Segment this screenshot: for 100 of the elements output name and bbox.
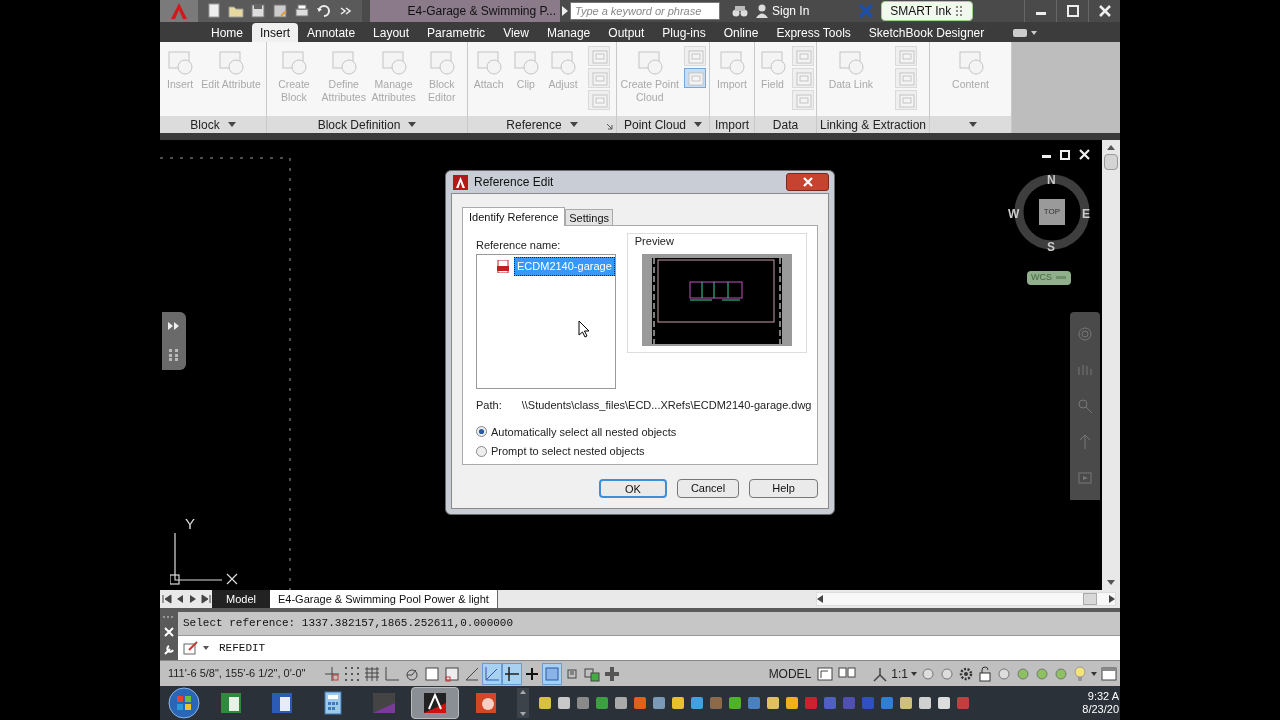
- tray-icon[interactable]: [728, 696, 742, 710]
- field-label: Reference name:: [476, 238, 562, 252]
- ribbon-tab[interactable]: Plug-ins: [653, 23, 715, 42]
- ribbon-tab[interactable]: Insert: [252, 23, 299, 42]
- scale-button[interactable]: 1:1: [872, 664, 917, 683]
- clock-time: 9:32 A: [1087, 690, 1119, 703]
- dialog-tab[interactable]: Settings: [565, 209, 614, 225]
- binoculars-icon[interactable]: [732, 4, 748, 18]
- clock-date: 8/23/20: [1082, 703, 1119, 716]
- save-icon[interactable]: [250, 3, 266, 19]
- compass-letter: S: [1047, 239, 1055, 256]
- compass-letter: E: [1082, 206, 1090, 223]
- grip-icon[interactable]: [169, 348, 179, 361]
- first-tab-icon[interactable]: [160, 593, 173, 605]
- close-icon[interactable]: [1079, 148, 1090, 160]
- ribbon-tab[interactable]: Parametric: [418, 23, 495, 42]
- status-toggle[interactable]: [482, 662, 502, 685]
- tray-icon[interactable]: [937, 696, 951, 710]
- tray-icon[interactable]: [785, 696, 799, 710]
- folder-icon[interactable]: [228, 3, 244, 19]
- tray-icon[interactable]: [614, 696, 628, 710]
- close-button[interactable]: [786, 173, 829, 191]
- undo-icon[interactable]: [316, 3, 332, 19]
- scroll-right-icon[interactable]: [1108, 595, 1115, 603]
- layout-tab[interactable]: E4-Garage & Swimming Pool Power & light: [269, 590, 498, 608]
- command-icon[interactable]: [183, 641, 199, 655]
- horizontal-scrollbar[interactable]: [815, 592, 1116, 606]
- expand-chevron-icon[interactable]: [168, 321, 180, 330]
- model-button[interactable]: MODEL: [766, 664, 814, 683]
- tray-icon[interactable]: [766, 696, 780, 710]
- frame-icon: [897, 70, 916, 86]
- panel-toggle-icon[interactable]: [1013, 28, 1028, 37]
- ribbon-tab[interactable]: Annotate: [298, 23, 365, 42]
- restore-icon[interactable]: [1060, 148, 1071, 160]
- compass-letter: N: [1047, 172, 1056, 189]
- palette-tab[interactable]: [162, 312, 186, 370]
- down-arrow-icon: [520, 712, 526, 716]
- small-ribbon-button[interactable]: [684, 68, 707, 88]
- panel-title: Reference: [506, 116, 562, 133]
- padlock-icon[interactable]: [977, 665, 993, 682]
- grip-icon[interactable]: [163, 615, 175, 620]
- taskbar-app-button[interactable]: [411, 687, 459, 719]
- model-tab[interactable]: Model: [212, 590, 270, 608]
- tray-icon[interactable]: [652, 696, 666, 710]
- new-file-icon[interactable]: [206, 3, 222, 19]
- tray-icon[interactable]: [538, 696, 552, 710]
- scroll-thumb[interactable]: [1082, 593, 1097, 605]
- dialog-button[interactable]: Help: [749, 479, 818, 498]
- tray-expand-button[interactable]: [517, 688, 529, 718]
- vertical-scrollbar[interactable]: [1102, 140, 1120, 590]
- wrench-icon[interactable]: [163, 644, 175, 657]
- grip-icon[interactable]: [956, 6, 965, 16]
- dialog-button[interactable]: Cancel: [677, 479, 739, 498]
- ribbon-tab[interactable]: Express Tools: [767, 23, 860, 42]
- printer-icon[interactable]: [294, 3, 310, 19]
- radio-button[interactable]: [476, 426, 487, 438]
- clock[interactable]: 9:32 A 8/23/20: [1082, 690, 1120, 716]
- ribbon-tab[interactable]: Home: [202, 23, 252, 42]
- last-tab-icon[interactable]: [199, 593, 212, 605]
- ribbon-tab[interactable]: Output: [599, 23, 654, 42]
- restore-icon[interactable]: [1064, 3, 1081, 19]
- ribbon-tab[interactable]: Online: [714, 23, 768, 42]
- radio-option[interactable]: Prompt to select nested objects: [476, 443, 804, 460]
- ink-toolbar[interactable]: SMART Ink: [881, 1, 974, 21]
- panel-title: Block Definition: [317, 116, 401, 133]
- tray-icon[interactable]: [595, 696, 609, 710]
- box-icon: [443, 664, 461, 683]
- panel-title: Import: [715, 116, 749, 133]
- tray-icon[interactable]: [557, 696, 571, 710]
- launcher-arrow-icon[interactable]: [606, 123, 613, 130]
- tray-icon[interactable]: [671, 696, 685, 710]
- tray-icon[interactable]: [918, 696, 932, 710]
- frame-icon: [897, 48, 916, 64]
- annotation-scale-icon: [872, 665, 889, 682]
- ribbon-tab[interactable]: View: [494, 23, 538, 42]
- dialog-button[interactable]: OK: [599, 479, 667, 498]
- search-field[interactable]: Type a keyword or phrase: [570, 2, 720, 20]
- ribbon-tab[interactable]: Manage: [537, 23, 600, 42]
- ribbon-tab[interactable]: Layout: [364, 23, 419, 42]
- close-icon[interactable]: [1096, 3, 1113, 19]
- radio-button[interactable]: [476, 445, 487, 457]
- frame-icon: [590, 92, 609, 108]
- scroll-left-icon[interactable]: [816, 595, 823, 603]
- gear-icon[interactable]: [958, 665, 974, 682]
- sign-in-button[interactable]: Sign In: [756, 2, 810, 20]
- scroll-thumb[interactable]: [1104, 154, 1118, 170]
- radio-option[interactable]: Automatically select all nested objects: [476, 423, 804, 440]
- tray-icon[interactable]: [690, 696, 704, 710]
- command-input[interactable]: REFEDIT: [178, 636, 1120, 660]
- snap-icon: [323, 664, 341, 683]
- layout-icon[interactable]: [816, 665, 835, 682]
- up-arrow-icon: [520, 690, 526, 694]
- tray-icon[interactable]: [899, 696, 913, 710]
- clean-screen-icon[interactable]: [1100, 665, 1118, 682]
- ribbon-tab[interactable]: SketchBook Designer: [859, 23, 994, 42]
- expand-arrow-icon[interactable]: [562, 6, 568, 16]
- command-text: REFEDIT: [219, 640, 266, 656]
- save-as-icon[interactable]: [272, 3, 288, 19]
- dialog-tab[interactable]: Identify Reference: [462, 207, 566, 226]
- view-cube-face[interactable]: TOP: [1039, 199, 1065, 225]
